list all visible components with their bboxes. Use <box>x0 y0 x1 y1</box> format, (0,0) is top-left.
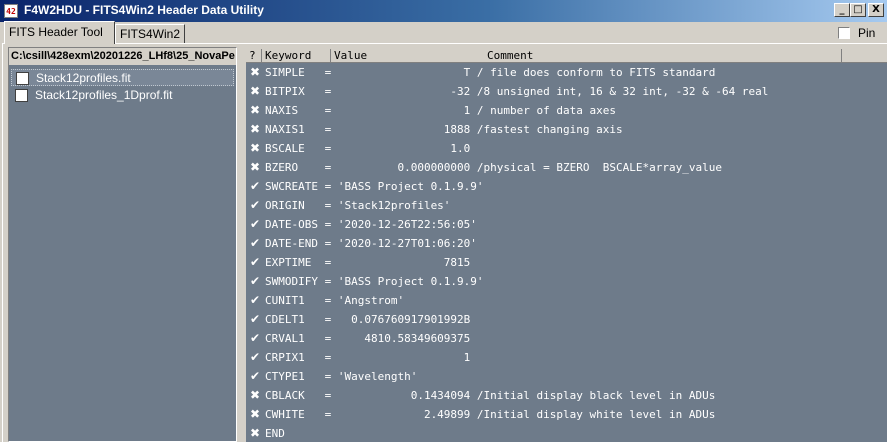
table-row[interactable]: ✖ BZERO = 0.000000000 /physical = BZERO B… <box>246 158 887 177</box>
header-card-text: CWHITE = 2.49899 /Initial display white … <box>265 408 716 421</box>
check-mark-icon[interactable]: ✔ <box>248 367 262 386</box>
x-mark-icon[interactable]: ✖ <box>248 424 262 442</box>
x-mark-icon[interactable]: ✖ <box>248 63 262 82</box>
table-row[interactable]: ✔ CTYPE1 = 'Wavelength' <box>246 367 887 386</box>
pin-checkbox[interactable] <box>838 27 850 39</box>
window-title: F4W2HDU - FITS4Win2 Header Data Utility <box>24 3 264 17</box>
file-name: Stack12profiles.fit <box>36 71 131 85</box>
maximize-button[interactable]: □ <box>850 3 866 17</box>
table-row[interactable]: ✔ ORIGIN = 'Stack12profiles' <box>246 196 887 215</box>
check-mark-icon[interactable]: ✔ <box>248 215 262 234</box>
column-header-value[interactable]: Value Comment <box>331 49 842 63</box>
table-row[interactable]: ✖ BITPIX = -32 /8 unsigned int, 16 & 32 i… <box>246 82 887 101</box>
table-row[interactable]: ✖ NAXIS = 1 / number of data axes <box>246 101 887 120</box>
table-row[interactable]: ✔ DATE-OBS = '2020-12-26T22:56:05' <box>246 215 887 234</box>
table-row[interactable]: ✖ END <box>246 424 887 442</box>
x-mark-icon[interactable]: ✖ <box>248 101 262 120</box>
x-mark-icon[interactable]: ✖ <box>248 158 262 177</box>
table-row[interactable]: ✔ CUNIT1 = 'Angstrom' <box>246 291 887 310</box>
table-row[interactable]: ✖ CWHITE = 2.49899 /Initial display white… <box>246 405 887 424</box>
check-mark-icon[interactable]: ✔ <box>248 253 262 272</box>
comment-label: Comment <box>487 49 534 62</box>
table-row[interactable]: ✔ SWCREATE = 'BASS Project 0.1.9.9' <box>246 177 887 196</box>
header-card-text: CDELT1 = 0.076760917901992B <box>265 313 471 326</box>
tab-fits4win2[interactable]: FITS4Win2 <box>115 24 185 43</box>
table-row[interactable]: ✔ CDELT1 = 0.076760917901992B <box>246 310 887 329</box>
tab-fits-header-tool[interactable]: FITS Header Tool <box>4 21 115 44</box>
table-row[interactable]: ✖ BSCALE = 1.0 <box>246 139 887 158</box>
header-card-text: CRPIX1 = 1 <box>265 351 471 364</box>
x-mark-icon[interactable]: ✖ <box>248 82 262 101</box>
check-mark-icon[interactable]: ✔ <box>248 348 262 367</box>
x-mark-icon[interactable]: ✖ <box>248 139 262 158</box>
title-bar: 42 F4W2HDU - FITS4Win2 Header Data Utili… <box>0 0 887 22</box>
x-mark-icon[interactable]: ✖ <box>248 386 262 405</box>
file-name: Stack12profiles_1Dprof.fit <box>35 88 173 102</box>
check-mark-icon[interactable]: ✔ <box>248 272 262 291</box>
header-card-text: SWCREATE = 'BASS Project 0.1.9.9' <box>265 180 484 193</box>
check-mark-icon[interactable]: ✔ <box>248 234 262 253</box>
header-card-text: DATE-END = '2020-12-27T01:06:20' <box>265 237 477 250</box>
table-header: ? Keyword Value Comment <box>246 49 887 63</box>
file-list-pane: C:\csill\428exm\20201226_LHf8\25_NovaPe … <box>8 47 237 442</box>
x-mark-icon[interactable]: ✖ <box>248 405 262 424</box>
folder-path[interactable]: C:\csill\428exm\20201226_LHf8\25_NovaPe <box>9 48 236 65</box>
header-card-text: END <box>265 427 285 440</box>
header-card-text: CTYPE1 = 'Wavelength' <box>265 370 418 383</box>
value-label: Value <box>334 49 368 62</box>
header-card-text: NAXIS = 1 / number of data axes <box>265 104 616 117</box>
header-card-text: BSCALE = 1.0 <box>265 142 471 155</box>
table-row[interactable]: ✖ NAXIS1 = 1888 /fastest changing axis <box>246 120 887 139</box>
column-header-keyword[interactable]: Keyword <box>262 49 331 63</box>
table-row[interactable]: ✖ SIMPLE = T / file does conform to FITS … <box>246 63 887 82</box>
column-header-spacer <box>842 49 887 63</box>
header-card-text: CUNIT1 = 'Angstrom' <box>265 294 405 307</box>
check-mark-icon[interactable]: ✔ <box>248 196 262 215</box>
check-mark-icon[interactable]: ✔ <box>248 291 262 310</box>
file-item[interactable]: Stack12profiles.fit <box>11 69 234 86</box>
minimize-button[interactable]: _ <box>834 3 850 17</box>
table-row[interactable]: ✔ DATE-END = '2020-12-27T01:06:20' <box>246 234 887 253</box>
header-card-text: EXPTIME = 7815 <box>265 256 471 269</box>
header-card-text: CBLACK = 0.1434094 /Initial display blac… <box>265 389 716 402</box>
table-row[interactable]: ✔ CRPIX1 = 1 <box>246 348 887 367</box>
header-card-text: BZERO = 0.000000000 /physical = BZERO BS… <box>265 161 722 174</box>
check-mark-icon[interactable]: ✔ <box>248 310 262 329</box>
header-card-text: NAXIS1 = 1888 /fastest changing axis <box>265 123 623 136</box>
header-table: ? Keyword Value Comment ✖ SIMPLE = T / fi… <box>246 49 887 442</box>
table-row[interactable]: ✔ CRVAL1 = 4810.58349609375 <box>246 329 887 348</box>
header-card-text: ORIGIN = 'Stack12profiles' <box>265 199 451 212</box>
app-icon: 42 <box>4 4 18 18</box>
check-mark-icon[interactable]: ✔ <box>248 329 262 348</box>
table-row[interactable]: ✔ EXPTIME = 7815 <box>246 253 887 272</box>
table-row[interactable]: ✔ SWMODIFY = 'BASS Project 0.1.9.9' <box>246 272 887 291</box>
x-mark-icon[interactable]: ✖ <box>248 120 262 139</box>
column-header-status[interactable]: ? <box>246 49 262 63</box>
header-card-text: DATE-OBS = '2020-12-26T22:56:05' <box>265 218 477 231</box>
header-card-text: CRVAL1 = 4810.58349609375 <box>265 332 471 345</box>
check-mark-icon[interactable]: ✔ <box>248 177 262 196</box>
file-checkbox[interactable] <box>15 89 28 102</box>
header-card-text: SWMODIFY = 'BASS Project 0.1.9.9' <box>265 275 484 288</box>
file-item[interactable]: Stack12profiles_1Dprof.fit <box>11 87 234 104</box>
header-card-text: BITPIX = -32 /8 unsigned int, 16 & 32 in… <box>265 85 769 98</box>
header-card-text: SIMPLE = T / file does conform to FITS s… <box>265 66 716 79</box>
file-checkbox[interactable] <box>16 72 29 85</box>
splitter[interactable] <box>240 47 245 442</box>
close-button[interactable]: X <box>868 3 884 17</box>
table-row[interactable]: ✖ CBLACK = 0.1434094 /Initial display bla… <box>246 386 887 405</box>
pin-label: Pin <box>858 26 876 40</box>
